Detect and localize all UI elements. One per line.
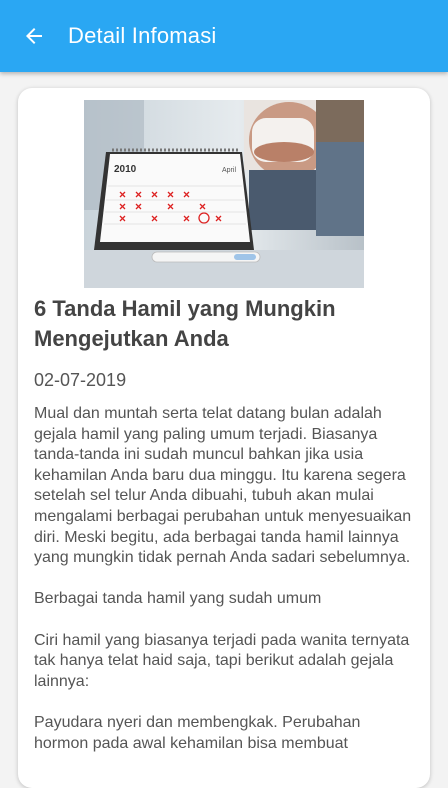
article-paragraph: Ciri hamil yang biasanya terjadi pada wa…: [34, 631, 410, 690]
calendar-year: 2010: [114, 164, 137, 175]
article-paragraph: Berbagai tanda hamil yang sudah umum: [34, 590, 322, 608]
article-body: Mual dan muntah serta telat datang bulan…: [34, 404, 418, 775]
article-paragraph: Mual dan muntah serta telat datang bulan…: [34, 405, 412, 567]
article-card: 2010 April 6 Tanda Hamil yang Mungkin Me…: [18, 88, 430, 788]
article-title: 6 Tanda Hamil yang Mungkin Mengejutkan A…: [34, 296, 336, 351]
app-bar: Detail Infomasi: [0, 0, 448, 72]
page-title: Detail Infomasi: [68, 23, 217, 48]
arrow-left-icon: [26, 28, 42, 44]
calendar-month: April: [222, 167, 236, 174]
article-date: 02-07-2019: [34, 370, 127, 390]
article-image: 2010 April: [84, 100, 364, 288]
article-paragraph: Payudara nyeri dan membengkak. Perubahan…: [34, 713, 361, 752]
back-button[interactable]: [14, 16, 54, 56]
